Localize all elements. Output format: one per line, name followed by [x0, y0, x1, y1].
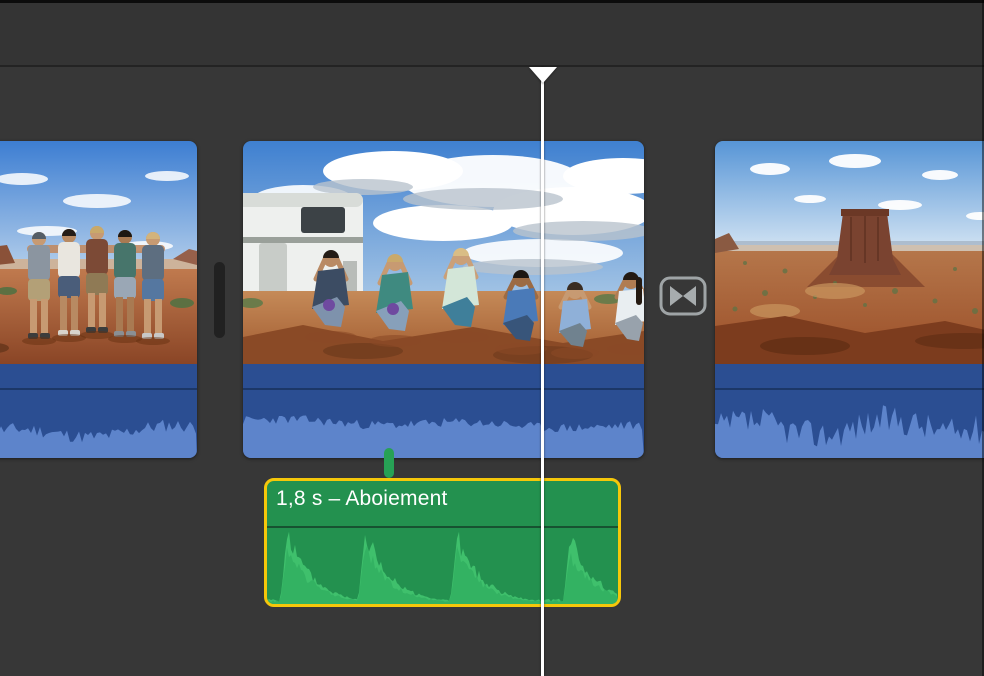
- clip3-audio-track[interactable]: [715, 364, 984, 458]
- shouting-group-rv-photo-illustration: [243, 141, 644, 364]
- clip1-audio-track[interactable]: [0, 364, 197, 458]
- transition-bowtie-icon: [659, 276, 707, 316]
- playhead-handle-icon[interactable]: [529, 67, 557, 83]
- clip2-audio-track[interactable]: [243, 364, 644, 458]
- video-clip-2[interactable]: [243, 141, 644, 458]
- clip1-thumbnail: [0, 141, 197, 364]
- monument-valley-photo-illustration: [715, 141, 984, 364]
- imovie-timeline: 1,8 s – Aboiement: [0, 0, 984, 676]
- timeline-top-divider: [0, 65, 984, 67]
- sound-clip-waveform: [267, 528, 618, 604]
- desert-group-photo-illustration: [0, 141, 197, 364]
- clip3-thumbnail: [715, 141, 984, 364]
- edit-point-handle[interactable]: [214, 262, 225, 338]
- sound-clip-label: 1,8 s – Aboiement: [267, 481, 618, 526]
- playhead-line[interactable]: [541, 67, 544, 676]
- video-clip-1[interactable]: [0, 141, 197, 458]
- window-top-edge: [0, 0, 984, 3]
- video-clip-3[interactable]: [715, 141, 984, 458]
- sound-clip-waveform-area: [267, 528, 618, 604]
- sound-clip-connection-marker: [384, 448, 394, 478]
- clip1-waveform: [0, 390, 197, 458]
- transition-icon-button[interactable]: [659, 276, 707, 316]
- clip2-waveform: [243, 390, 644, 458]
- clip3-waveform: [715, 390, 984, 458]
- sound-effect-clip[interactable]: 1,8 s – Aboiement: [264, 478, 621, 607]
- clip2-thumbnail: [243, 141, 644, 364]
- toolbar-area: [0, 3, 984, 65]
